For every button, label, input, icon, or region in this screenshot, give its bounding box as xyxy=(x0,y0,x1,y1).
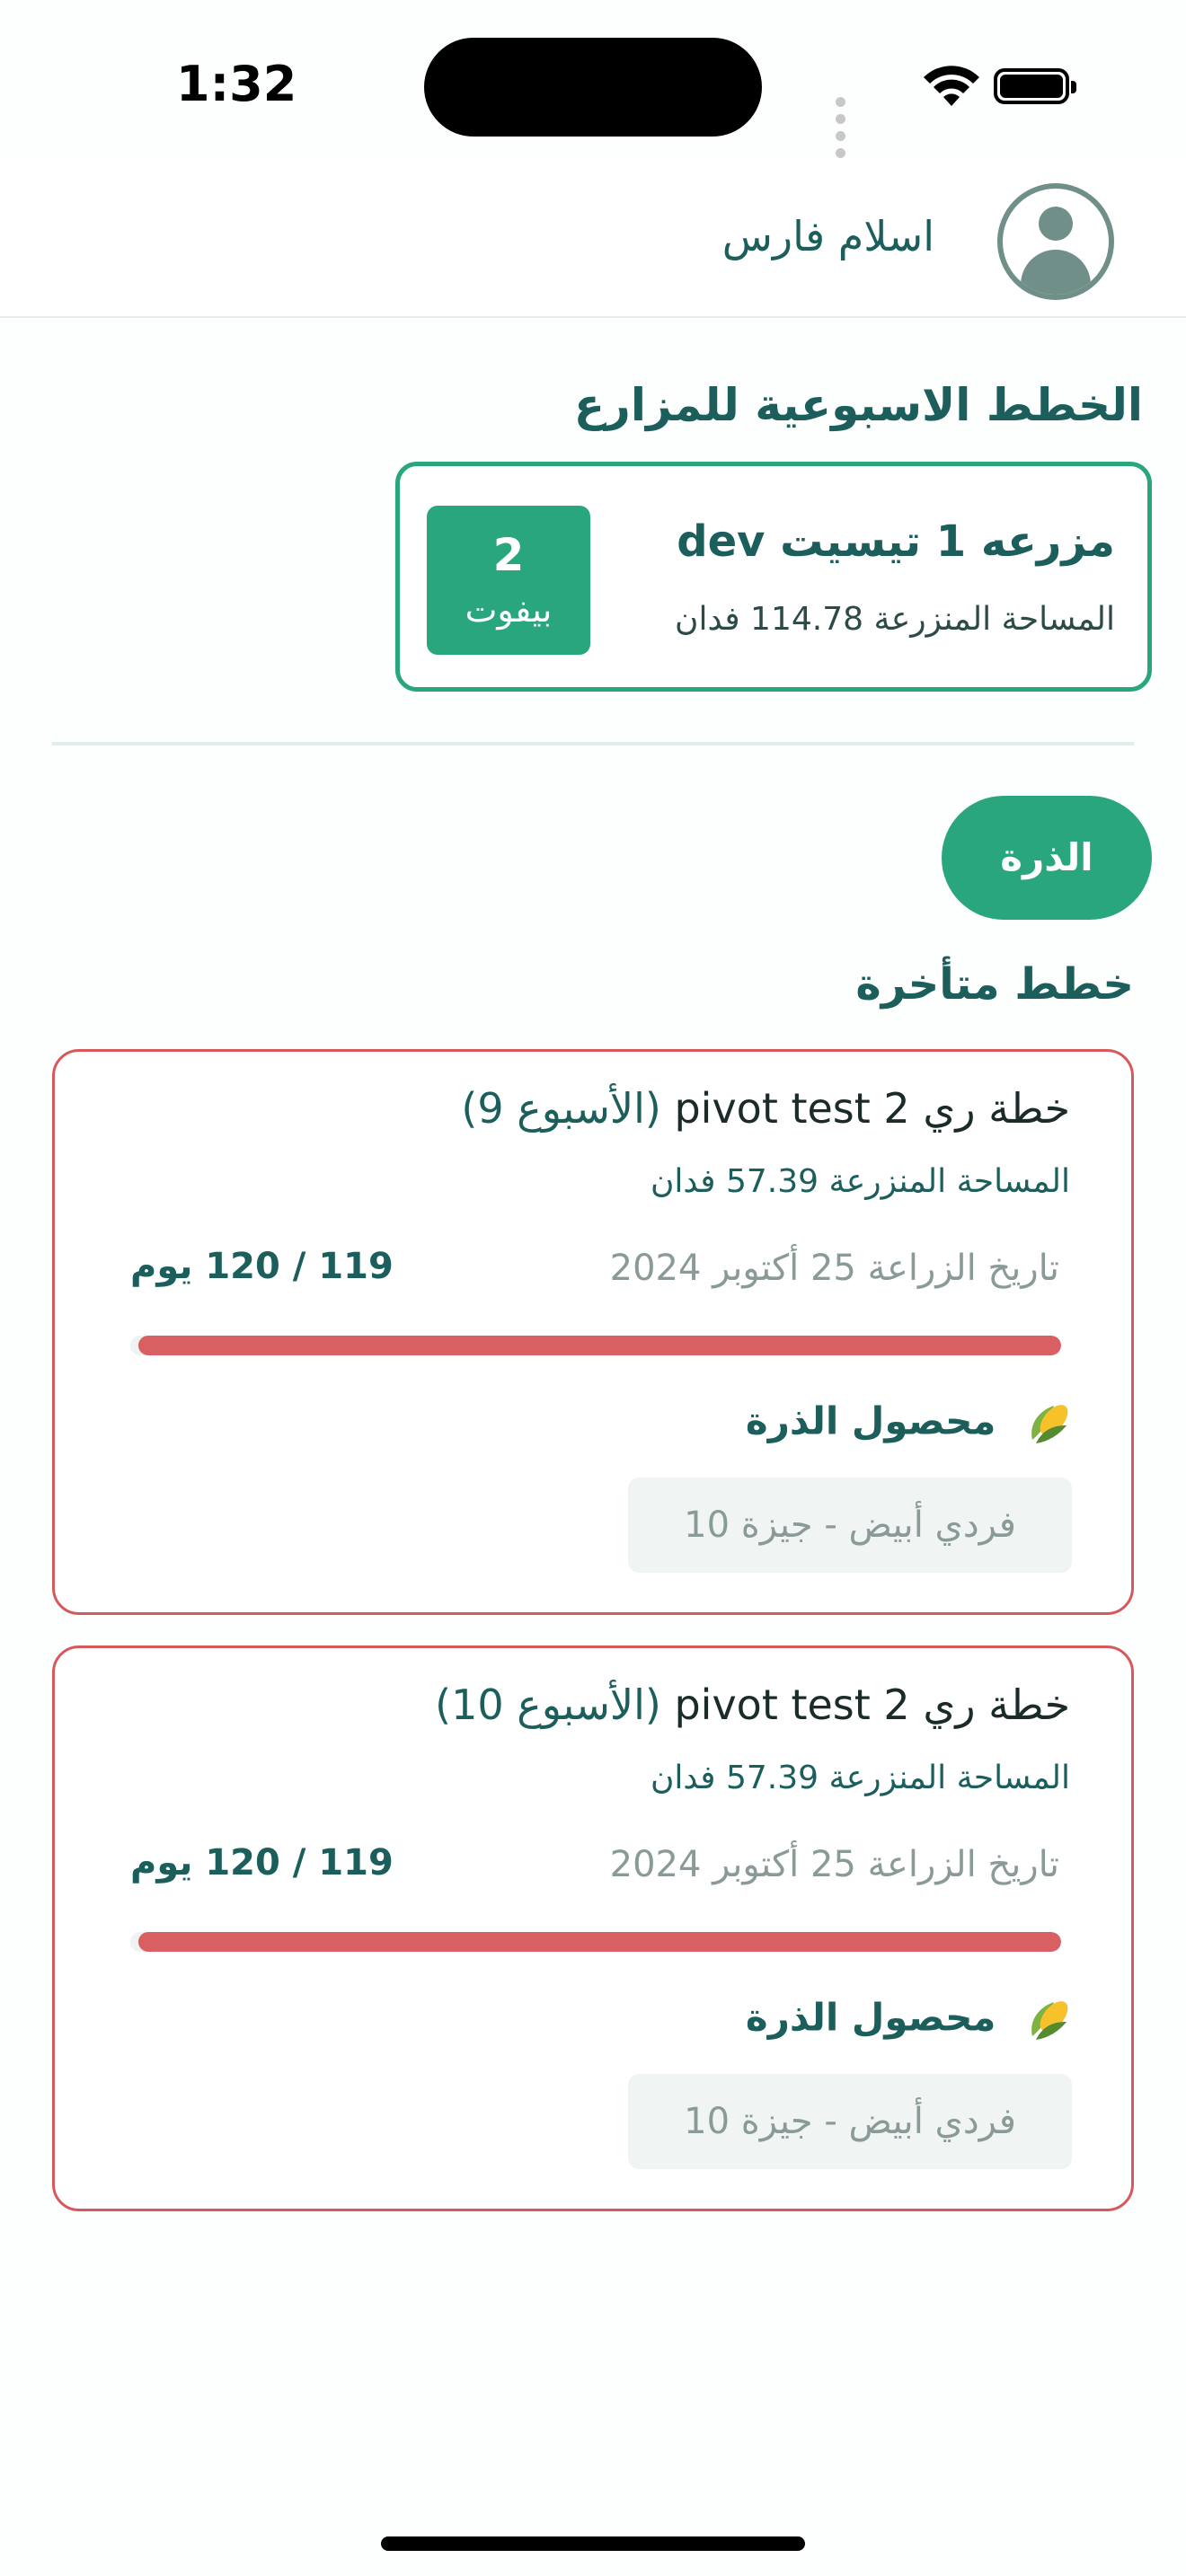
variety-tag: فردي أبيض - جيزة 10 xyxy=(628,2074,1072,2169)
wifi-icon xyxy=(924,66,979,106)
plan-week: (الأسبوع 10) xyxy=(435,1681,661,1729)
progress-bar xyxy=(130,1932,1061,1952)
farm-card[interactable]: مزرعه 1 تيسيت dev المساحة المنزرعة 114.7… xyxy=(395,462,1152,692)
plan-week: (الأسبوع 9) xyxy=(461,1084,661,1133)
battery-icon xyxy=(994,68,1076,104)
weekly-plans-title: الخطط الاسبوعية للمزارع xyxy=(573,379,1143,431)
section-divider xyxy=(52,742,1134,745)
app-header: اسلام فارس xyxy=(0,158,1186,318)
variety-tag: فردي أبيض - جيزة 10 xyxy=(628,1478,1072,1573)
late-plans-title: خطط متأخرة xyxy=(855,959,1134,1010)
farm-area: المساحة المنزرعة 114.78 فدان xyxy=(675,601,1115,638)
plan-title: خطة ري pivot test 2 (الأسبوع 9) xyxy=(172,1084,1070,1133)
pivot-count: 2 xyxy=(492,529,525,581)
plan-card[interactable]: خطة ري pivot test 2 (الأسبوع 9) المساحة … xyxy=(52,1049,1134,1615)
crop-filter-chip[interactable]: الذرة xyxy=(942,796,1152,920)
plan-title: خطة ري pivot test 2 (الأسبوع 10) xyxy=(172,1681,1070,1729)
progress-bar xyxy=(130,1336,1061,1355)
plan-title-main: خطة ري pivot test 2 xyxy=(674,1084,1070,1133)
home-indicator[interactable] xyxy=(381,2536,805,2551)
app-screen: 1:32 اسلام فارس الخطط الاسبوعية للمزارع … xyxy=(0,0,1186,2576)
crop-row: محصول الذرة xyxy=(445,1995,1074,2045)
plan-card[interactable]: خطة ري pivot test 2 (الأسبوع 10) المساحة… xyxy=(52,1645,1134,2211)
planting-date: تاريخ الزراعة 25 أكتوبر 2024 xyxy=(609,1248,1059,1289)
dynamic-island xyxy=(424,38,762,137)
plan-area: المساحة المنزرعة 57.39 فدان xyxy=(650,1760,1070,1796)
user-avatar-icon[interactable] xyxy=(997,183,1114,300)
plan-days: 119 / 120 يوم xyxy=(130,1246,394,1287)
plan-area: المساحة المنزرعة 57.39 فدان xyxy=(650,1163,1070,1200)
user-name: اسلام فارس xyxy=(721,212,934,260)
pivot-count-badge: 2 بيفوت xyxy=(427,506,590,655)
corn-icon xyxy=(1031,2001,1068,2040)
status-time: 1:32 xyxy=(176,56,297,112)
planting-date: تاريخ الزراعة 25 أكتوبر 2024 xyxy=(609,1844,1059,1885)
progress-fill xyxy=(137,1932,1061,1952)
plan-title-main: خطة ري pivot test 2 xyxy=(674,1681,1070,1729)
crop-row: محصول الذرة xyxy=(445,1398,1074,1449)
crop-name: محصول الذرة xyxy=(745,1995,996,2040)
plan-days: 119 / 120 يوم xyxy=(130,1842,394,1883)
corn-icon xyxy=(1031,1405,1068,1443)
signal-dots-icon xyxy=(836,93,853,162)
pivot-label: بيفوت xyxy=(465,590,553,630)
farm-name: مزرعه 1 تيسيت dev xyxy=(677,516,1115,567)
crop-name: محصول الذرة xyxy=(745,1398,996,1443)
progress-fill xyxy=(137,1336,1061,1355)
